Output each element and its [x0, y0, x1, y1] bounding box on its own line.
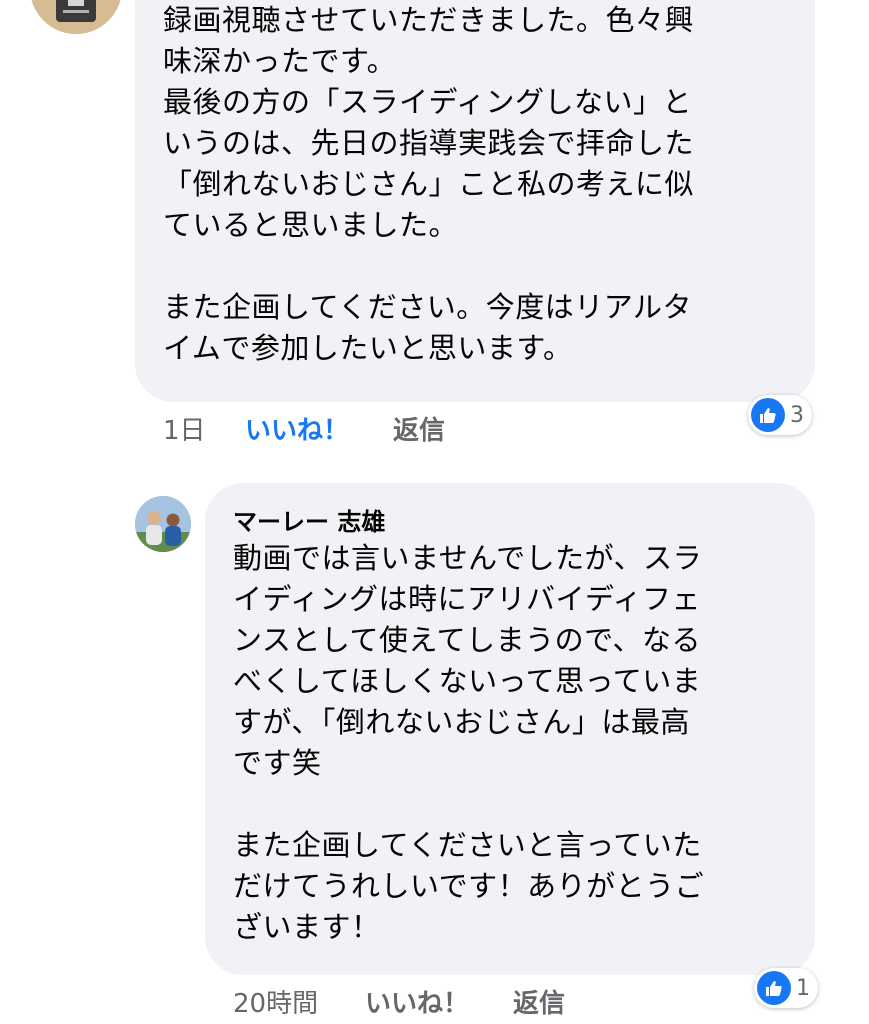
comment-actions: 1日 いいね！ 返信	[163, 410, 503, 446]
comment-text: 録画視聴させていただきました。色々興 味深かったです。 最後の方の「スライディン…	[163, 0, 694, 369]
reply-reaction-count: 1	[796, 975, 810, 1001]
reply-line: ざいます！	[233, 910, 381, 944]
comment-line: ていると思いました。	[163, 208, 459, 242]
like-icon	[751, 398, 785, 432]
reply-line: ンスとして使えてしまうので、なる	[233, 623, 701, 657]
reply-line: すが、「倒れないおじさん」は最高	[233, 705, 690, 739]
commenter-avatar[interactable]	[30, 0, 122, 34]
reaction-summary[interactable]: 3	[748, 395, 812, 435]
comment-line: 「倒れないおじさん」こと私の考えに似	[163, 167, 695, 201]
reply-text: 動画では言いませんでしたが、スラ イディングは時にアリバイディフェ ンスとして使…	[233, 538, 704, 948]
reply-button[interactable]: 返信	[393, 410, 445, 447]
reply-line	[233, 784, 704, 825]
reply-author-name[interactable]: マーレー 志雄	[233, 502, 385, 537]
reaction-count: 3	[790, 402, 804, 428]
reply-author-avatar[interactable]	[135, 496, 191, 552]
comment-line: 最後の方の「スライディングしない」と	[163, 85, 692, 119]
reply-actions: 20時間 いいね！ 返信	[233, 983, 593, 1019]
reply-reply-button[interactable]: 返信	[513, 983, 565, 1020]
reply-line: イディングは時にアリバイディフェ	[233, 582, 701, 616]
reply-line: だけてうれしいです！ありがとうご	[233, 869, 705, 903]
like-icon	[757, 971, 791, 1005]
comment-line	[163, 246, 694, 287]
comment-line: 録画視聴させていただきました。色々興	[163, 3, 695, 37]
comment-line: 味深かったです。	[163, 44, 397, 78]
comment-line: また企画してください。今度はリアルタ	[163, 290, 692, 324]
reply-line: 動画では言いませんでしたが、スラ	[233, 541, 703, 575]
comment-line: イムで参加したいと思います。	[163, 331, 573, 365]
reply-timestamp[interactable]: 20時間	[233, 983, 318, 1020]
reply-line: べくしてほしくないって思っていま	[233, 664, 702, 698]
comment-line: いうのは、先日の指導実践会で拝命した	[163, 126, 695, 160]
like-button[interactable]: いいね！	[245, 410, 349, 447]
reply-line: です笑	[233, 746, 322, 780]
comment-timestamp[interactable]: 1日	[163, 410, 206, 447]
reply-like-button[interactable]: いいね！	[365, 983, 469, 1020]
reply-reaction-summary[interactable]: 1	[754, 968, 818, 1008]
reply-line: また企画してくださいと言っていた	[233, 828, 702, 862]
